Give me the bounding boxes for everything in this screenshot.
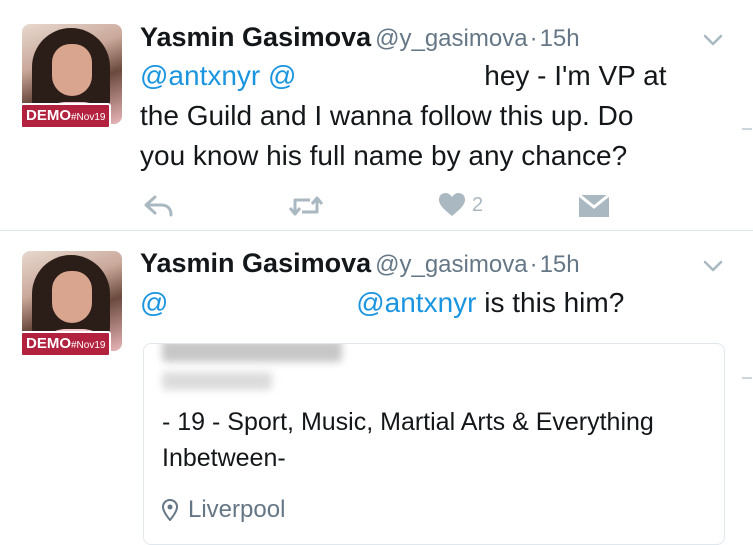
tweet-header: Yasmin Gasimova @y_gasimova·15h <box>140 248 580 279</box>
tweet-text-segment: is this him? <box>484 287 625 318</box>
blurred-profile-name <box>162 344 342 362</box>
chevron-down-icon[interactable] <box>702 258 724 274</box>
like-count: 2 <box>472 193 484 216</box>
badge-main: DEMO <box>26 107 71 124</box>
tweet-time[interactable]: 15h <box>540 251 580 278</box>
demo-badge: DEMO#Nov19 <box>20 103 112 129</box>
envelope-icon <box>578 194 610 217</box>
tweet-time[interactable]: 15h <box>540 25 580 52</box>
tweet-text: @ @antxnyr is this him? <box>140 283 700 323</box>
profile-location: Liverpool <box>162 496 285 524</box>
separator: · <box>529 251 538 278</box>
avatar-face <box>52 44 92 96</box>
avatar-face <box>52 271 92 323</box>
author-name[interactable]: Yasmin Gasimova <box>140 22 371 52</box>
demo-badge: DEMO#Nov19 <box>20 331 112 357</box>
chevron-down-icon[interactable] <box>702 32 724 48</box>
blurred-profile-handle <box>162 372 272 390</box>
reply-button[interactable] <box>143 194 175 218</box>
like-button[interactable]: 2 <box>438 192 483 218</box>
author-name[interactable]: Yasmin Gasimova <box>140 248 371 278</box>
tweet-actions: 2 <box>0 190 753 224</box>
location-text: Liverpool <box>188 496 286 523</box>
tweet[interactable]: DEMO#Nov19 Yasmin Gasimova @y_gasimova·15… <box>0 0 753 231</box>
divider-mark <box>742 128 752 130</box>
reply-icon <box>144 195 173 217</box>
separator: · <box>529 25 538 52</box>
retweet-button[interactable] <box>288 194 324 218</box>
mention-link[interactable]: @antxnyr <box>356 287 476 318</box>
tweet-text: @antxnyr @ hey - I'm VP at the Guild and… <box>140 56 700 176</box>
author-handle[interactable]: @y_gasimova <box>375 25 527 52</box>
tweet-text-line: the Guild and I wanna follow this up. Do <box>140 100 634 131</box>
tweet-text-line: you know his full name by any chance? <box>140 140 628 171</box>
retweet-icon <box>288 196 324 216</box>
author-handle[interactable]: @y_gasimova <box>375 251 527 278</box>
divider-mark <box>742 377 752 379</box>
tweet-header: Yasmin Gasimova @y_gasimova·15h <box>140 22 580 53</box>
mention-link[interactable]: @ <box>140 287 168 318</box>
tweet-text-segment: hey - I'm VP at <box>484 60 667 91</box>
badge-tag: #Nov19 <box>71 340 106 351</box>
profile-card[interactable]: - 19 - Sport, Music, Martial Arts & Ever… <box>143 343 725 545</box>
profile-bio: - 19 - Sport, Music, Martial Arts & Ever… <box>162 408 654 472</box>
heart-icon <box>439 193 465 216</box>
tweet-text-line: @antxnyr @ hey - I'm VP at <box>140 56 700 96</box>
badge-tag: #Nov19 <box>71 112 106 123</box>
direct-message-button[interactable] <box>578 194 610 218</box>
mention-link[interactable]: @ <box>268 60 296 91</box>
badge-main: DEMO <box>26 335 71 352</box>
map-pin-icon <box>162 499 178 521</box>
mention-link[interactable]: @antxnyr <box>140 60 260 91</box>
